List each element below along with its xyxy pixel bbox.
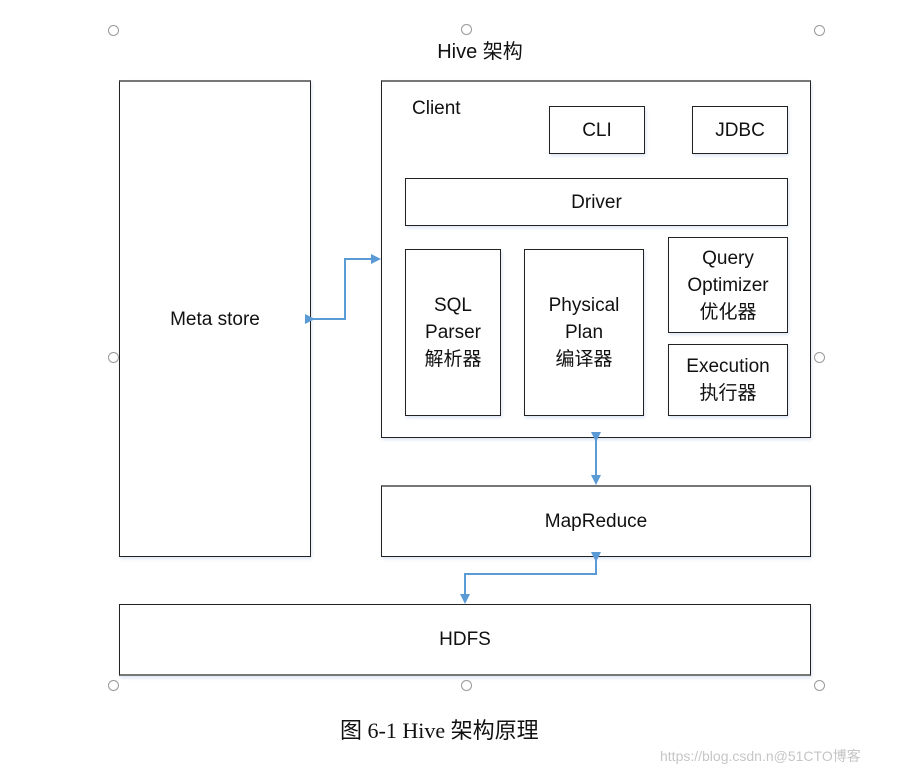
metastore-node[interactable]: Meta store <box>119 80 311 557</box>
driver-node[interactable]: Driver <box>405 178 788 226</box>
query-optimizer-node[interactable]: Query Optimizer 优化器 <box>668 237 788 333</box>
edge-metastore-client <box>305 254 381 324</box>
selection-handle[interactable] <box>814 680 825 691</box>
hdfs-node[interactable]: HDFS <box>119 604 811 676</box>
sql-parser-label-3: 解析器 <box>424 349 482 370</box>
metastore-label: Meta store <box>170 308 260 330</box>
jdbc-node[interactable]: JDBC <box>692 106 788 154</box>
client-label: Client <box>412 98 461 119</box>
physical-plan-label-1: Physical <box>548 295 620 316</box>
physical-plan-label-2: Plan <box>564 322 604 343</box>
query-optimizer-label-1: Query <box>702 247 754 269</box>
selection-handle[interactable] <box>461 680 472 691</box>
execution-node[interactable]: Execution 执行器 <box>668 344 788 416</box>
jdbc-label: JDBC <box>715 119 765 141</box>
selection-handle[interactable] <box>108 25 119 36</box>
execution-label-2: 执行器 <box>699 383 757 404</box>
edge-mapreduce-hdfs <box>460 552 601 604</box>
physical-plan-node[interactable]: Physical Plan 编译器 <box>524 249 644 416</box>
sql-parser-label-1: SQL <box>433 295 473 316</box>
selection-handle[interactable] <box>814 25 825 36</box>
query-optimizer-label-3: 优化器 <box>699 301 757 323</box>
diagram-title: Hive 架构 <box>437 41 523 63</box>
cli-label: CLI <box>582 119 612 141</box>
selection-handle[interactable] <box>814 352 825 363</box>
execution-label-1: Execution <box>686 356 770 377</box>
sql-parser-label-2: Parser <box>425 322 481 343</box>
mapreduce-node[interactable]: MapReduce <box>381 485 811 557</box>
watermark: https://blog.csdn.n@51CTO博客 <box>660 748 861 764</box>
selection-handle[interactable] <box>108 352 119 363</box>
figure-caption: 图 6-1 Hive 架构原理 <box>340 718 539 743</box>
driver-label: Driver <box>571 191 622 213</box>
client-container[interactable]: Client CLI JDBC Driver SQL Parser 解析器 Ph… <box>381 80 811 438</box>
selection-handle[interactable] <box>461 24 472 35</box>
sql-parser-node[interactable]: SQL Parser 解析器 <box>405 249 501 416</box>
mapreduce-label: MapReduce <box>544 511 648 532</box>
hdfs-label: HDFS <box>439 629 491 650</box>
cli-node[interactable]: CLI <box>549 106 645 154</box>
selection-handle[interactable] <box>108 680 119 691</box>
query-optimizer-label-2: Optimizer <box>687 274 769 296</box>
physical-plan-label-3: 编译器 <box>555 349 613 370</box>
